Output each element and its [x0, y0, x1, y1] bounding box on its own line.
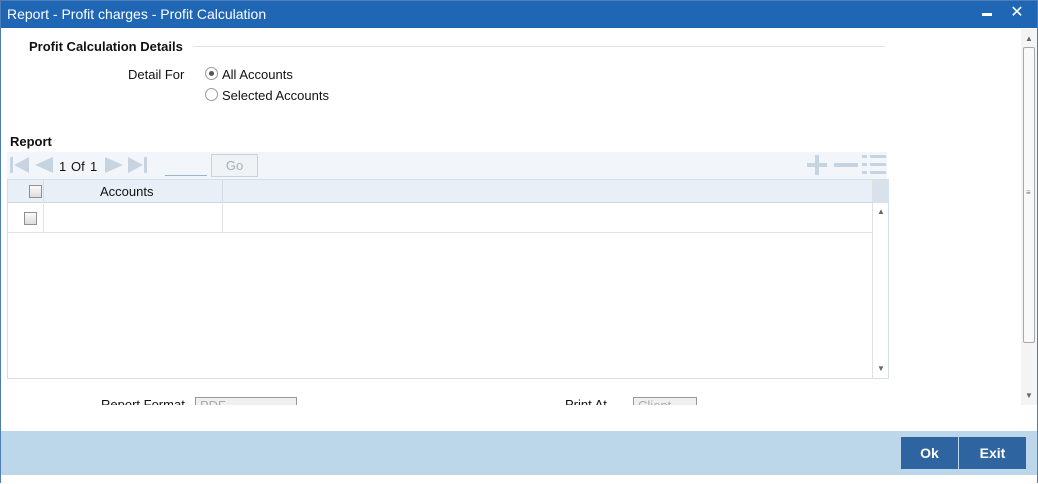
current-page: 1: [59, 159, 67, 174]
footer-bar: Ok Exit: [1, 431, 1037, 475]
add-row-icon[interactable]: [805, 155, 829, 175]
pagination-bar: 1 Of 1 Go: [7, 152, 887, 179]
selected-accounts-label: Selected Accounts: [222, 88, 329, 103]
scroll-up-icon[interactable]: ▲: [877, 207, 885, 216]
select-all-checkbox[interactable]: [29, 185, 42, 198]
report-title: Report: [10, 134, 52, 149]
scroll-down-icon[interactable]: ▼: [877, 364, 885, 373]
report-window: Report - Profit charges - Profit Calcula…: [0, 0, 1038, 484]
column-divider: [222, 204, 223, 232]
radio-all-accounts[interactable]: [205, 67, 218, 80]
close-icon[interactable]: ✕: [1007, 3, 1027, 23]
ok-button[interactable]: Ok: [901, 437, 958, 469]
scroll-down-icon[interactable]: ▼: [1025, 391, 1033, 400]
scrollbar-corner: [873, 180, 889, 203]
first-page-icon[interactable]: [9, 155, 31, 175]
main-scrollbar[interactable]: ▲ ≡ ▼: [1021, 29, 1037, 405]
column-divider: [222, 180, 223, 203]
grid-scrollbar[interactable]: ▲ ▼: [872, 180, 889, 378]
report-format-select[interactable]: PDF: [195, 397, 297, 405]
previous-page-icon[interactable]: [33, 155, 55, 175]
scrollbar-thumb[interactable]: ≡: [1023, 47, 1035, 343]
report-format-label: Report Format: [101, 397, 185, 405]
column-divider: [43, 180, 44, 203]
grid-header: Accounts: [8, 180, 872, 203]
window-title: Report - Profit charges - Profit Calcula…: [7, 6, 267, 22]
column-divider: [43, 204, 44, 232]
scroll-up-icon[interactable]: ▲: [1025, 34, 1033, 43]
print-at-select[interactable]: Client: [633, 397, 697, 405]
single-view-icon[interactable]: [861, 155, 887, 177]
detail-for-label: Detail For: [128, 67, 185, 82]
grip-icon: ≡: [1026, 188, 1031, 197]
table-row[interactable]: [8, 204, 872, 233]
page-of-label: Of: [71, 159, 85, 174]
next-page-icon[interactable]: [103, 155, 125, 175]
row-checkbox[interactable]: [24, 212, 37, 225]
form-content: Profit Calculation Details Detail For Al…: [1, 29, 1021, 405]
radio-selected-accounts[interactable]: [205, 88, 218, 101]
page-number-input[interactable]: [165, 155, 207, 176]
column-header-accounts[interactable]: Accounts: [100, 184, 153, 199]
print-at-label: Print At: [565, 397, 607, 405]
all-accounts-label: All Accounts: [222, 67, 293, 82]
last-page-icon[interactable]: [127, 155, 149, 175]
accounts-grid: Accounts ▲ ▼: [7, 179, 889, 379]
exit-button[interactable]: Exit: [959, 437, 1026, 469]
section-divider: [193, 46, 885, 47]
delete-row-icon[interactable]: [833, 155, 859, 175]
minimize-icon[interactable]: ▬: [977, 4, 997, 24]
title-bar[interactable]: Report - Profit charges - Profit Calcula…: [1, 1, 1037, 28]
total-pages: 1: [90, 159, 98, 174]
section-title: Profit Calculation Details: [29, 39, 183, 54]
go-button[interactable]: Go: [211, 154, 258, 177]
